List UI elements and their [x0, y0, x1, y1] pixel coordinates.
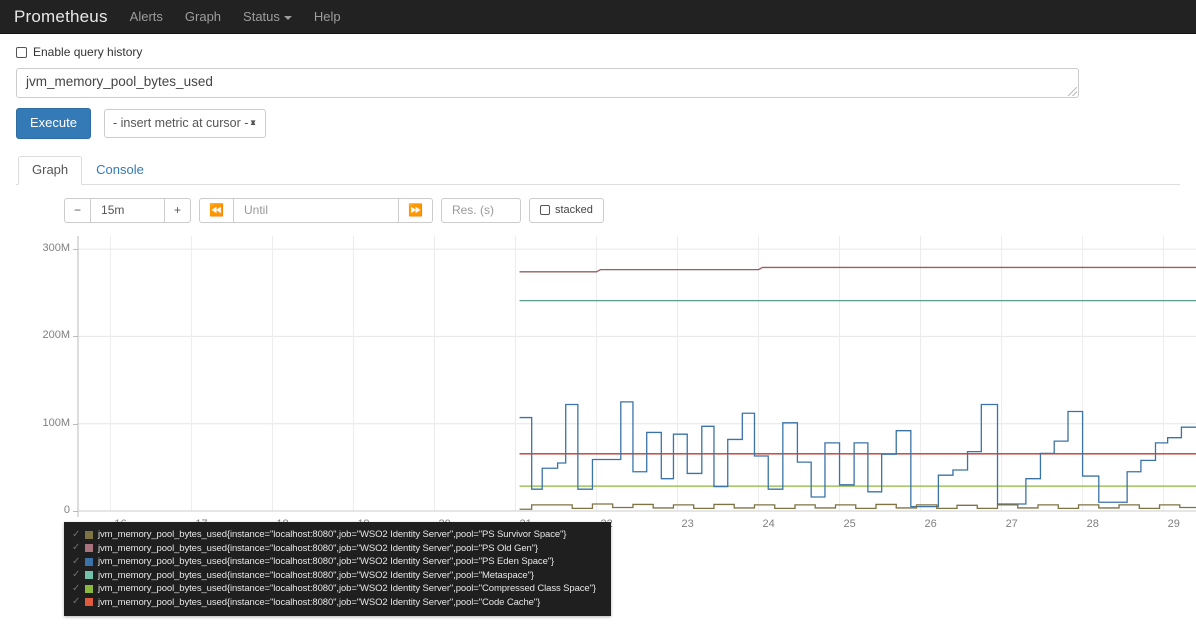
- x-axis-tick-label: 23: [681, 517, 694, 530]
- query-history-checkbox[interactable]: [16, 46, 27, 58]
- nav-item-graph[interactable]: Graph: [185, 9, 221, 24]
- legend-check-icon[interactable]: ✓: [72, 570, 83, 580]
- legend-series-label: jvm_memory_pool_bytes_used{instance="loc…: [98, 583, 596, 595]
- legend-color-swatch: [85, 598, 93, 607]
- x-axis-tick-label: 29: [1167, 517, 1180, 530]
- graph-controls: − 15m + ⏪ Until ⏩ Res. (s) stacked: [16, 197, 1180, 223]
- until-input[interactable]: Until: [233, 197, 399, 223]
- x-axis-tick-label: 24: [762, 517, 775, 530]
- graph-chart[interactable]: 0100M200M300M161718192021222324252627282…: [16, 233, 1196, 533]
- legend-series-label: jvm_memory_pool_bytes_used{instance="loc…: [98, 569, 534, 581]
- range-increase-button[interactable]: +: [165, 197, 192, 223]
- execute-button[interactable]: Execute: [16, 108, 91, 139]
- enable-query-history-row[interactable]: Enable query history: [16, 45, 1180, 59]
- insert-metric-select[interactable]: - insert metric at cursor - ▲ ▼: [103, 108, 266, 138]
- legend-item[interactable]: ✓ jvm_memory_pool_bytes_used{instance="lo…: [72, 555, 603, 569]
- result-tabs: Graph Console: [16, 156, 1180, 185]
- legend-series-label: jvm_memory_pool_bytes_used{instance="loc…: [98, 556, 555, 568]
- chevron-down-icon: [283, 15, 292, 20]
- legend-color-swatch: [85, 530, 93, 539]
- chart-svg: [77, 235, 1196, 517]
- brand-logo[interactable]: Prometheus: [14, 7, 108, 27]
- top-navbar: Prometheus Alerts Graph Status Help: [0, 0, 1196, 34]
- range-input-group: − 15m +: [64, 197, 192, 223]
- range-input[interactable]: 15m: [91, 197, 166, 223]
- query-actions-row: Execute - insert metric at cursor - ▲ ▼: [16, 108, 1180, 139]
- y-axis-tick-mark: [73, 510, 78, 512]
- legend-check-icon[interactable]: ✓: [72, 556, 83, 567]
- y-axis-tick-label: 300M: [42, 241, 70, 254]
- y-axis-tick-label: 200M: [42, 329, 70, 342]
- nav-item-alerts[interactable]: Alerts: [130, 9, 163, 24]
- legend-item[interactable]: ✓ jvm_memory_pool_bytes_used{instance="lo…: [72, 528, 603, 542]
- y-axis-tick-label: 100M: [42, 416, 70, 429]
- nav-status-label: Status: [243, 9, 280, 24]
- x-axis-tick-label: 25: [843, 517, 856, 530]
- range-decrease-button[interactable]: −: [64, 197, 92, 223]
- tab-console[interactable]: Console: [82, 156, 158, 185]
- query-expression-input[interactable]: jvm_memory_pool_bytes_used: [16, 68, 1079, 98]
- stacked-toggle[interactable]: stacked: [528, 197, 604, 223]
- time-backward-button[interactable]: ⏪: [199, 197, 234, 223]
- x-axis-tick-label: 26: [924, 517, 937, 530]
- query-expression-value: jvm_memory_pool_bytes_used: [26, 74, 213, 89]
- nav-item-help[interactable]: Help: [314, 9, 341, 24]
- legend-series-label: jvm_memory_pool_bytes_used{instance="loc…: [98, 542, 539, 554]
- insert-metric-value: - insert metric at cursor -: [112, 116, 249, 131]
- chart-legend[interactable]: ✓ jvm_memory_pool_bytes_used{instance="lo…: [64, 522, 611, 616]
- legend-series-label: jvm_memory_pool_bytes_used{instance="loc…: [98, 596, 541, 608]
- legend-check-icon[interactable]: ✓: [72, 583, 83, 594]
- legend-color-swatch: [85, 571, 93, 580]
- time-forward-button[interactable]: ⏩: [398, 197, 433, 223]
- resolution-placeholder: Res. (s): [451, 203, 494, 218]
- y-axis-tick-mark: [73, 248, 78, 250]
- stacked-checkbox[interactable]: [539, 205, 550, 216]
- resolution-input[interactable]: Res. (s): [440, 197, 521, 223]
- legend-item[interactable]: ✓ jvm_memory_pool_bytes_used{instance="lo…: [72, 542, 603, 556]
- legend-color-swatch: [85, 544, 93, 553]
- query-history-label: Enable query history: [33, 45, 143, 59]
- time-input-group: ⏪ Until ⏩: [199, 197, 433, 223]
- nav-item-status[interactable]: Status: [243, 9, 292, 24]
- x-axis-tick-label: 28: [1086, 517, 1099, 530]
- legend-color-swatch: [85, 557, 93, 566]
- legend-check-icon[interactable]: ✓: [72, 597, 83, 607]
- stacked-label: stacked: [554, 204, 593, 217]
- y-axis-tick-mark: [73, 423, 78, 425]
- legend-check-icon[interactable]: ✓: [72, 529, 83, 540]
- until-placeholder: Until: [243, 203, 268, 218]
- legend-check-icon[interactable]: ✓: [72, 543, 83, 553]
- resize-grip-icon[interactable]: [1068, 87, 1077, 96]
- legend-item[interactable]: ✓ jvm_memory_pool_bytes_used{instance="lo…: [72, 582, 603, 596]
- legend-series-label: jvm_memory_pool_bytes_used{instance="loc…: [98, 529, 567, 541]
- y-axis-tick-label: 0: [63, 503, 70, 516]
- legend-color-swatch: [85, 584, 93, 593]
- x-axis-tick-label: 27: [1005, 517, 1018, 530]
- legend-item[interactable]: ✓ jvm_memory_pool_bytes_used{instance="lo…: [72, 569, 603, 583]
- y-axis-tick-mark: [73, 336, 78, 338]
- tab-graph[interactable]: Graph: [18, 156, 83, 185]
- legend-item[interactable]: ✓ jvm_memory_pool_bytes_used{instance="lo…: [72, 596, 603, 610]
